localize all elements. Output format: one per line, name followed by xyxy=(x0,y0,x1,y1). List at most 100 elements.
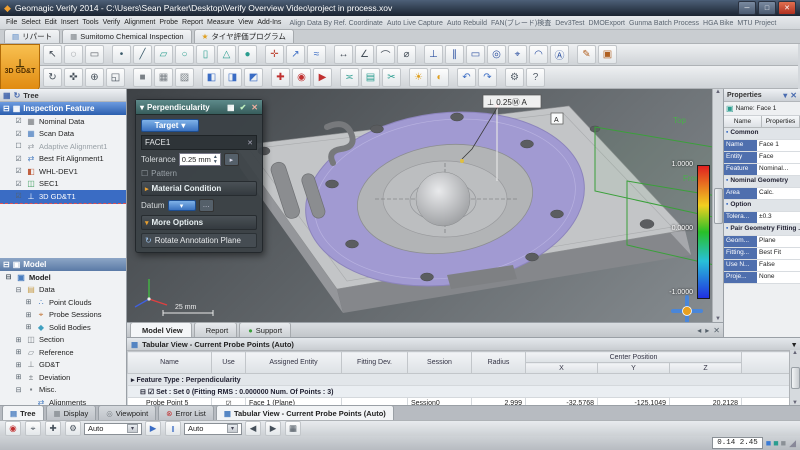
separator[interactable] xyxy=(451,69,455,86)
layout-gray-icon[interactable]: ■ xyxy=(781,439,786,448)
remove-target-icon[interactable]: ✕ xyxy=(247,139,253,147)
target-button[interactable]: Target▾ xyxy=(141,119,199,132)
col-radius[interactable]: Radius xyxy=(472,352,526,374)
property-row[interactable]: Name Face 1 xyxy=(724,140,800,152)
menu-item[interactable]: Tools xyxy=(80,19,100,26)
tree-item[interactable]: ☑ ▦ Nominal Data xyxy=(0,115,126,128)
status-tab[interactable]: ▦ Tabular View - Current Probe Points (A… xyxy=(216,405,394,420)
settings-icon[interactable]: ⚙ xyxy=(505,68,524,87)
iso-view-icon[interactable]: ◩ xyxy=(244,68,263,87)
viewport-3d[interactable]: Top Front ⊥ 0.25Ⓜ A A 25 mm xyxy=(127,89,723,322)
chevron-right-icon[interactable]: ▸ xyxy=(131,377,135,384)
viewport-scrollbar[interactable]: ▲▼ xyxy=(712,89,723,322)
col-x[interactable]: X xyxy=(526,363,598,374)
probe-point-row[interactable]: Probe Point 5 ☑ Face 1 (Plane) Session0 … xyxy=(128,398,790,406)
property-value[interactable]: False xyxy=(757,260,800,271)
zoom-icon[interactable]: ⊕ xyxy=(85,68,104,87)
plugin-menu-item[interactable]: Align Data By Ref. Coordinate xyxy=(287,20,384,27)
vector-icon[interactable]: ↗ xyxy=(286,45,305,64)
transparent-view-icon[interactable]: ▨ xyxy=(175,68,194,87)
top-view-icon[interactable]: ◨ xyxy=(223,68,242,87)
refresh-icon[interactable]: ↻ xyxy=(14,91,21,100)
help-icon[interactable]: ? xyxy=(526,68,545,87)
parallelism-icon[interactable]: ∥ xyxy=(445,45,464,64)
tree-item[interactable]: ☑ ⊥ 3D GD&T1 xyxy=(0,190,126,204)
grid-icon[interactable]: ▦ xyxy=(285,421,301,436)
zoom-fit-icon[interactable]: ◱ xyxy=(106,68,125,87)
wireframe-view-icon[interactable]: ▦ xyxy=(154,68,173,87)
gdt-mode-tab[interactable]: ⊥ 3D GD&T xyxy=(0,44,40,91)
tree-item[interactable]: ⊞ ∴ Point Clouds xyxy=(0,296,126,309)
front-view-icon[interactable]: ◧ xyxy=(202,68,221,87)
plugin-menu-item[interactable]: HGA Bike xyxy=(701,20,735,27)
checkbox-icon[interactable]: ☑ xyxy=(14,192,23,200)
material-icon[interactable]: ◐ xyxy=(430,68,449,87)
dialog-header[interactable]: ▾ Perpendicularity ▦ ✔ ✕ xyxy=(136,100,262,115)
col-assigned-entity[interactable]: Assigned Entity xyxy=(246,352,342,374)
probe-device-icon[interactable]: ⌖ xyxy=(25,421,41,436)
tree-root-inspection-feature[interactable]: ⊟ ▦ Inspection Feature xyxy=(0,102,126,115)
clip-icon[interactable]: ✂ xyxy=(382,68,401,87)
property-row[interactable]: Nominal Geometry xyxy=(724,176,800,188)
status-tab[interactable]: ▦ Display xyxy=(46,405,97,420)
plugin-menu-item[interactable]: DMOExport xyxy=(586,20,627,27)
rotate-annotation-plane-button[interactable]: ↻ Rotate Annotation Plane xyxy=(141,233,257,248)
menu-item[interactable]: Select xyxy=(19,19,42,26)
cone-icon[interactable]: △ xyxy=(217,45,236,64)
view-tab[interactable]: Model View xyxy=(130,322,192,337)
tree-item[interactable]: ⊞ ⌖ Probe Sessions xyxy=(0,309,126,322)
view-tab[interactable]: Report xyxy=(194,322,238,337)
datum-button[interactable]: ▾ xyxy=(168,200,196,211)
scroll-right-icon[interactable]: ▸ xyxy=(705,326,709,335)
custom-tab[interactable]: ★ タイヤ評価プログラム xyxy=(194,29,294,43)
tree-item[interactable]: ☑ ◧ WHL-DEV1 xyxy=(0,165,126,178)
plugin-menu-item[interactable]: Dev3Test xyxy=(553,20,586,27)
menu-item[interactable]: Edit xyxy=(43,19,59,26)
play-icon[interactable]: ▶ xyxy=(145,421,161,436)
col-fitting-dev[interactable]: Fitting Dev. xyxy=(342,352,408,374)
cylinder-icon[interactable]: ▯ xyxy=(196,45,215,64)
use-checkbox[interactable]: ☑ xyxy=(212,398,246,406)
separator[interactable] xyxy=(418,46,422,63)
flatness-icon[interactable]: ▭ xyxy=(466,45,485,64)
set-checkbox[interactable]: ☑ xyxy=(148,389,154,396)
annotation-icon[interactable]: ✎ xyxy=(577,45,596,64)
point-icon[interactable]: • xyxy=(112,45,131,64)
tolerance-input[interactable]: 0.25 mm ▲▼ xyxy=(179,153,221,166)
col-use[interactable]: Use xyxy=(212,352,246,374)
property-row[interactable]: Use N... False xyxy=(724,260,800,272)
tree-item[interactable]: ⊞ ◫ Section xyxy=(0,334,126,347)
plugin-menu-item[interactable]: MTU Project xyxy=(735,20,778,27)
property-value[interactable]: Best Fit xyxy=(757,248,800,259)
datum-options-button[interactable]: … xyxy=(199,199,214,212)
menu-item[interactable]: Verify xyxy=(101,19,123,26)
menu-item[interactable]: File xyxy=(4,19,19,26)
separator[interactable] xyxy=(571,46,575,63)
property-row[interactable]: Geom... Plane xyxy=(724,236,800,248)
separator[interactable] xyxy=(259,46,263,63)
property-row[interactable]: Fitting... Best Fit xyxy=(724,248,800,260)
plugin-menu-item[interactable]: Gunma Batch Process xyxy=(627,20,701,27)
shaded-view-icon[interactable]: ■ xyxy=(133,68,152,87)
expander-icon[interactable]: ⊞ xyxy=(24,311,33,319)
live-capture-icon[interactable]: ▶ xyxy=(313,68,332,87)
chevron-down-icon[interactable]: ▾ xyxy=(792,340,796,349)
property-row[interactable]: Proje... None xyxy=(724,272,800,284)
next-icon[interactable]: ▶ xyxy=(265,421,281,436)
expander-icon[interactable]: ⊟ xyxy=(4,273,13,281)
select-icon[interactable]: ↖ xyxy=(43,45,62,64)
plugin-menu-item[interactable]: Auto Rebuild xyxy=(445,20,489,27)
light-icon[interactable]: ☀ xyxy=(409,68,428,87)
radius-dimension-icon[interactable]: ⌒ xyxy=(376,45,395,64)
profile-icon[interactable]: ◠ xyxy=(529,45,548,64)
close-button[interactable]: ✕ xyxy=(778,1,796,15)
expander-icon[interactable]: ⊞ xyxy=(24,298,33,306)
section-icon[interactable]: ▤ xyxy=(361,68,380,87)
property-value[interactable]: Face xyxy=(757,152,800,163)
resize-grip[interactable]: ◢ xyxy=(789,438,796,449)
plugin-menu-item[interactable]: FAN(ブレード)検査 xyxy=(489,20,553,27)
tab-properties[interactable]: Properties xyxy=(762,116,800,127)
checkbox-icon[interactable]: ☑ xyxy=(14,130,23,138)
col-center-position[interactable]: Center Position xyxy=(526,352,742,363)
expander-icon[interactable]: ⊞ xyxy=(14,373,23,381)
